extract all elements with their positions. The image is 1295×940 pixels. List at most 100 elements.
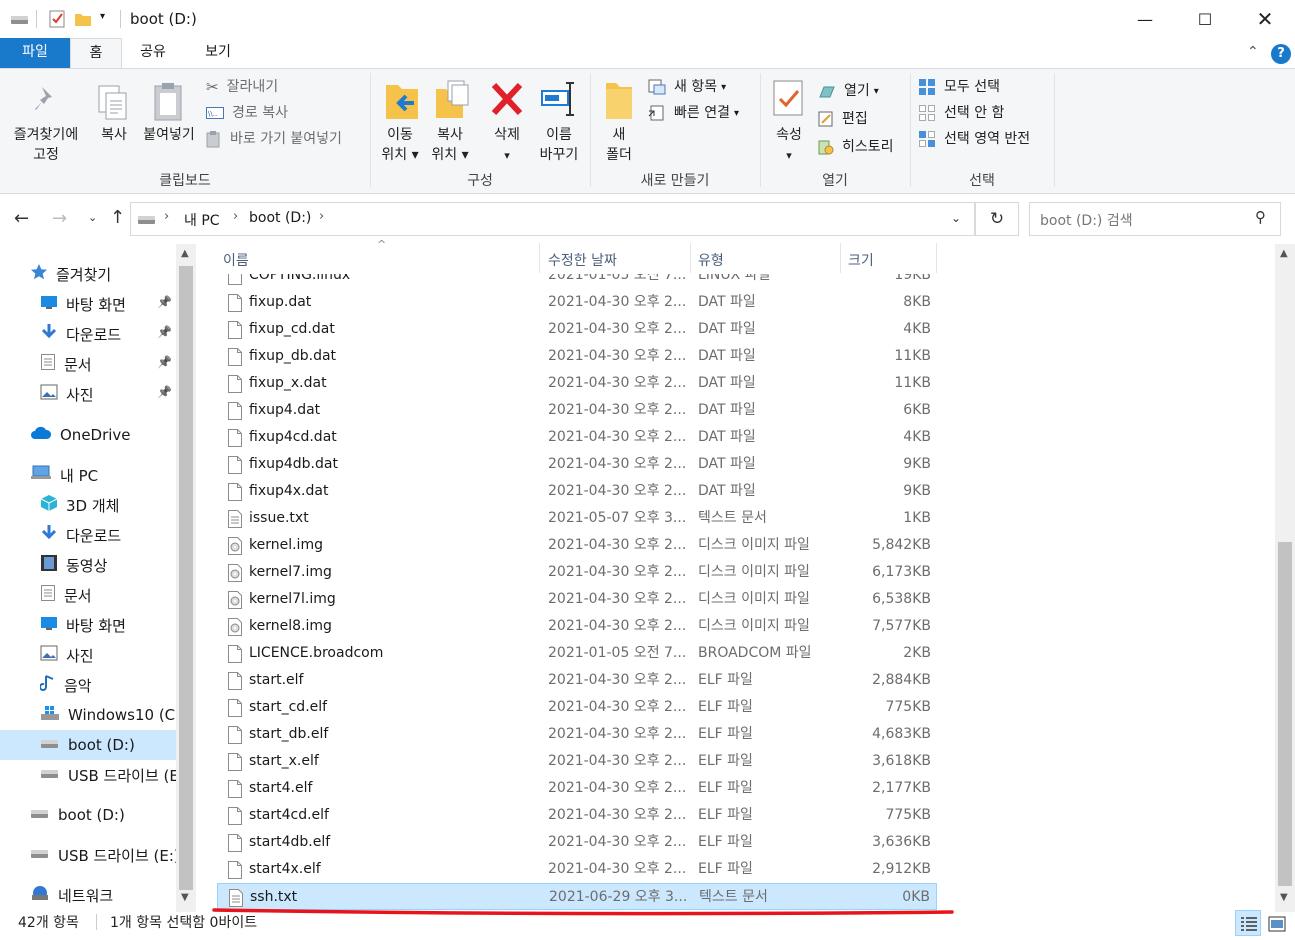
file-row[interactable]: fixup_x.dat 2021-04-30 오후 2... DAT 파일 11KB — [217, 370, 937, 397]
help-icon[interactable]: ? — [1271, 44, 1291, 64]
file-list-scrollbar[interactable]: ▲ ▼ — [1275, 244, 1295, 912]
nav-item[interactable]: 사진 — [0, 640, 176, 670]
nav-item[interactable]: USB 드라이브 (E:) — [0, 840, 176, 870]
large-icons-view-button[interactable] — [1265, 912, 1289, 936]
nav-item[interactable]: boot (D:) — [0, 800, 176, 830]
file-row[interactable]: kernel7.img 2021-04-30 오후 2... 디스크 이미지 파일 6… — [217, 559, 937, 586]
address-bar[interactable]: › 내 PC › boot (D:) › ⌄ — [130, 202, 975, 236]
file-row[interactable]: start4db.elf 2021-04-30 오후 2... ELF 파일 3,63… — [217, 829, 937, 856]
file-row[interactable]: fixup4cd.dat 2021-04-30 오후 2... DAT 파일 4KB — [217, 424, 937, 451]
tab-share[interactable]: 공유 — [128, 38, 178, 68]
file-row[interactable]: fixup_db.dat 2021-04-30 오후 2... DAT 파일 11KB — [217, 343, 937, 370]
nav-item[interactable]: 다운로드 📌 — [0, 319, 176, 349]
file-row-partial[interactable]: COPYING.linux 2021-01-05 오전 7... LINUX 파… — [217, 274, 937, 289]
nav-item[interactable]: 문서 — [0, 580, 176, 610]
scroll-down-arrow[interactable]: ▼ — [1280, 892, 1288, 903]
file-row[interactable]: kernel7l.img 2021-04-30 오후 2... 디스크 이미지 파일… — [217, 586, 937, 613]
nav-item[interactable]: 3D 개체 — [0, 490, 176, 520]
nav-item[interactable]: 바탕 화면 — [0, 610, 176, 640]
folder-qat-icon[interactable] — [74, 11, 92, 27]
nav-item[interactable]: 사진 📌 — [0, 379, 176, 409]
file-row[interactable]: start_cd.elf 2021-04-30 오후 2... ELF 파일 775K… — [217, 694, 937, 721]
nav-item[interactable]: 음악 — [0, 670, 176, 700]
back-button[interactable]: ← — [14, 208, 29, 229]
column-size[interactable]: 크기 — [848, 248, 874, 274]
minimize-button[interactable]: — — [1115, 0, 1175, 38]
nav-item[interactable]: 다운로드 — [0, 520, 176, 550]
tab-home[interactable]: 홈 — [70, 38, 122, 68]
refresh-button[interactable]: ↻ — [975, 202, 1019, 236]
cut-button[interactable]: ✂ 잘라내기 — [206, 75, 356, 99]
properties-qat-icon[interactable] — [48, 9, 66, 29]
up-button[interactable]: ↑ — [110, 207, 125, 228]
properties-button[interactable]: 속성 ▾ — [766, 75, 812, 167]
delete-button[interactable]: 삭제 ▾ — [484, 75, 530, 167]
nav-scrollbar[interactable]: ▲ ▼ — [176, 244, 196, 912]
file-row[interactable]: issue.txt 2021-05-07 오후 3... 텍스트 문서 1KB — [217, 505, 937, 532]
new-item-button[interactable]: 새 항목 ▾ — [648, 75, 756, 99]
select-all-button[interactable]: 모두 선택 — [918, 75, 1058, 99]
copy-path-button[interactable]: \\.. 경로 복사 — [206, 101, 356, 125]
tab-view[interactable]: 보기 — [188, 38, 248, 68]
nav-item[interactable]: 즐겨찾기 — [0, 259, 176, 289]
scroll-up-arrow[interactable]: ▲ — [1280, 248, 1288, 259]
file-row[interactable]: fixup_cd.dat 2021-04-30 오후 2... DAT 파일 4KB — [217, 316, 937, 343]
file-row[interactable]: start_x.elf 2021-04-30 오후 2... ELF 파일 3,618… — [217, 748, 937, 775]
new-folder-button[interactable]: 새 폴더 — [598, 75, 640, 167]
nav-item[interactable]: USB 드라이브 (E:) — [0, 760, 176, 790]
copy-to-button[interactable]: 복사 위치 ▾ — [426, 75, 474, 167]
details-view-button[interactable] — [1235, 910, 1261, 936]
nav-item[interactable]: 내 PC — [0, 460, 176, 490]
copy-button[interactable]: 복사 — [92, 75, 136, 165]
select-none-button[interactable]: 선택 안 함 — [918, 101, 1058, 125]
file-row[interactable]: kernel8.img 2021-04-30 오후 2... 디스크 이미지 파일 7… — [217, 613, 937, 640]
close-button[interactable]: ✕ — [1235, 0, 1295, 38]
column-divider[interactable] — [840, 243, 841, 273]
column-divider[interactable] — [936, 243, 937, 273]
recent-locations-button[interactable]: ⌄ — [88, 211, 97, 224]
search-box[interactable]: boot (D:) 검색 ⚲ — [1029, 202, 1281, 236]
qat-dropdown-icon[interactable]: ▾ — [100, 11, 105, 22]
file-row[interactable]: start4cd.elf 2021-04-30 오후 2... ELF 파일 775K… — [217, 802, 937, 829]
invert-selection-button[interactable]: 선택 영역 반전 — [918, 127, 1058, 151]
nav-item[interactable]: 문서 📌 — [0, 349, 176, 379]
file-row[interactable]: start4x.elf 2021-04-30 오후 2... ELF 파일 2,912… — [217, 856, 937, 883]
nav-item[interactable]: OneDrive — [0, 420, 176, 450]
maximize-button[interactable]: ☐ — [1175, 0, 1235, 38]
column-date[interactable]: 수정한 날짜 — [548, 248, 617, 274]
file-row[interactable]: fixup4db.dat 2021-04-30 오후 2... DAT 파일 9KB — [217, 451, 937, 478]
nav-item[interactable]: Windows10 (C:) — [0, 700, 176, 730]
scroll-up-arrow[interactable]: ▲ — [181, 248, 189, 259]
search-icon[interactable]: ⚲ — [1255, 208, 1266, 226]
paste-button[interactable]: 붙여넣기 — [138, 75, 200, 165]
file-row[interactable]: start.elf 2021-04-30 오후 2... ELF 파일 2,884KB — [217, 667, 937, 694]
scroll-down-arrow[interactable]: ▼ — [181, 892, 189, 903]
file-row[interactable]: start_db.elf 2021-04-30 오후 2... ELF 파일 4,68… — [217, 721, 937, 748]
column-type[interactable]: 유형 — [698, 248, 724, 274]
rename-button[interactable]: 이름 바꾸기 — [532, 75, 586, 167]
easy-access-button[interactable]: 빠른 연결 ▾ — [648, 101, 756, 125]
edit-button[interactable]: 편집 — [818, 107, 904, 131]
nav-item[interactable]: 동영상 — [0, 550, 176, 580]
tab-file[interactable]: 파일 — [0, 38, 70, 68]
file-row[interactable]: kernel.img 2021-04-30 오후 2... 디스크 이미지 파일 5,… — [217, 532, 937, 559]
column-name[interactable]: 이름 — [223, 248, 249, 274]
history-button[interactable]: 히스토리 — [818, 135, 908, 159]
move-to-button[interactable]: 이동 위치 ▾ — [376, 75, 424, 167]
file-row[interactable]: fixup.dat 2021-04-30 오후 2... DAT 파일 8KB — [217, 289, 937, 316]
forward-button[interactable]: → — [52, 208, 67, 229]
nav-item[interactable]: boot (D:) — [0, 730, 176, 760]
open-button[interactable]: 열기 ▾ — [818, 79, 904, 103]
nav-item[interactable]: 바탕 화면 📌 — [0, 289, 176, 319]
file-row[interactable]: start4.elf 2021-04-30 오후 2... ELF 파일 2,177K… — [217, 775, 937, 802]
nav-scroll-thumb[interactable] — [179, 266, 193, 890]
column-divider[interactable] — [690, 243, 691, 273]
breadcrumb-drive[interactable]: boot (D:) — [249, 210, 311, 226]
address-dropdown-icon[interactable]: ⌄ — [951, 211, 961, 225]
paste-shortcut-button[interactable]: 바로 가기 붙여넣기 — [206, 127, 366, 151]
nav-item[interactable]: 네트워크 — [0, 880, 176, 910]
file-row[interactable]: LICENCE.broadcom 2021-01-05 오전 7... BROADC… — [217, 640, 937, 667]
pin-to-quick-access-button[interactable]: 즐겨찾기에 고정 — [4, 75, 88, 165]
breadcrumb-pc[interactable]: 내 PC — [184, 210, 220, 230]
file-row[interactable]: fixup4.dat 2021-04-30 오후 2... DAT 파일 6KB — [217, 397, 937, 424]
